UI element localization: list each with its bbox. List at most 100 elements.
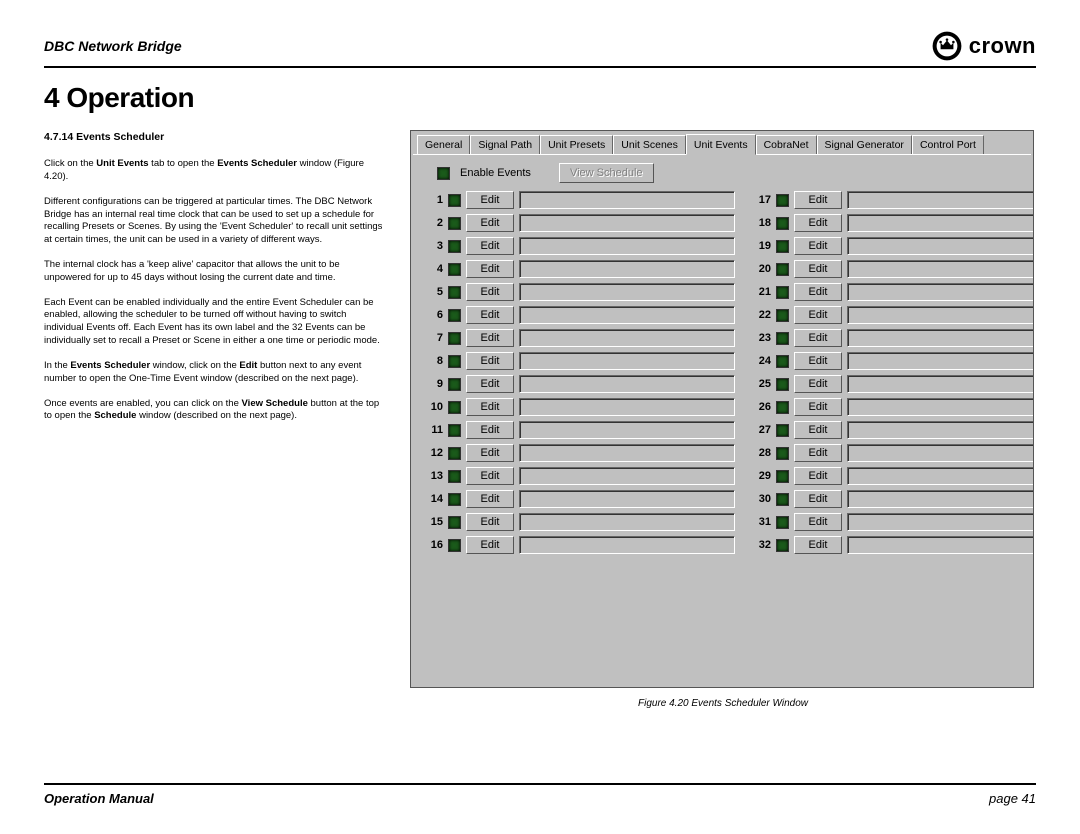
event-label-field[interactable] xyxy=(519,283,735,301)
event-enable-led[interactable] xyxy=(448,516,461,529)
event-edit-button[interactable]: Edit xyxy=(794,536,842,554)
event-label-field[interactable] xyxy=(847,329,1034,347)
event-edit-button[interactable]: Edit xyxy=(466,467,514,485)
event-enable-led[interactable] xyxy=(776,493,789,506)
event-edit-button[interactable]: Edit xyxy=(466,237,514,255)
tab-unit-scenes[interactable]: Unit Scenes xyxy=(613,135,686,155)
event-label-field[interactable] xyxy=(519,490,735,508)
event-enable-led[interactable] xyxy=(448,539,461,552)
event-enable-led[interactable] xyxy=(776,470,789,483)
event-edit-button[interactable]: Edit xyxy=(466,375,514,393)
event-label-field[interactable] xyxy=(519,513,735,531)
event-edit-button[interactable]: Edit xyxy=(794,306,842,324)
event-enable-led[interactable] xyxy=(776,332,789,345)
event-label-field[interactable] xyxy=(847,421,1034,439)
event-edit-button[interactable]: Edit xyxy=(794,398,842,416)
event-enable-led[interactable] xyxy=(776,378,789,391)
event-edit-button[interactable]: Edit xyxy=(466,398,514,416)
event-edit-button[interactable]: Edit xyxy=(794,237,842,255)
event-enable-led[interactable] xyxy=(776,447,789,460)
event-edit-button[interactable]: Edit xyxy=(794,513,842,531)
event-enable-led[interactable] xyxy=(776,355,789,368)
event-enable-led[interactable] xyxy=(448,401,461,414)
event-label-field[interactable] xyxy=(519,329,735,347)
event-edit-button[interactable]: Edit xyxy=(794,467,842,485)
event-label-field[interactable] xyxy=(847,283,1034,301)
event-label-field[interactable] xyxy=(847,352,1034,370)
event-label-field[interactable] xyxy=(847,536,1034,554)
tab-unit-events[interactable]: Unit Events xyxy=(686,134,756,155)
event-label-field[interactable] xyxy=(519,306,735,324)
event-edit-button[interactable]: Edit xyxy=(466,513,514,531)
event-enable-led[interactable] xyxy=(776,286,789,299)
event-label-field[interactable] xyxy=(519,260,735,278)
tab-unit-presets[interactable]: Unit Presets xyxy=(540,135,613,155)
event-label-field[interactable] xyxy=(519,352,735,370)
event-edit-button[interactable]: Edit xyxy=(466,214,514,232)
event-edit-button[interactable]: Edit xyxy=(794,329,842,347)
event-label-field[interactable] xyxy=(847,490,1034,508)
event-enable-led[interactable] xyxy=(776,309,789,322)
event-label-field[interactable] xyxy=(847,398,1034,416)
event-edit-button[interactable]: Edit xyxy=(466,421,514,439)
event-edit-button[interactable]: Edit xyxy=(466,444,514,462)
tab-general[interactable]: General xyxy=(417,135,470,155)
event-edit-button[interactable]: Edit xyxy=(466,283,514,301)
event-label-field[interactable] xyxy=(519,237,735,255)
event-enable-led[interactable] xyxy=(448,470,461,483)
event-edit-button[interactable]: Edit xyxy=(794,214,842,232)
event-edit-button[interactable]: Edit xyxy=(466,191,514,209)
view-schedule-button[interactable]: View Schedule xyxy=(559,163,654,183)
event-enable-led[interactable] xyxy=(776,539,789,552)
event-enable-led[interactable] xyxy=(448,263,461,276)
event-edit-button[interactable]: Edit xyxy=(466,306,514,324)
event-edit-button[interactable]: Edit xyxy=(466,352,514,370)
event-label-field[interactable] xyxy=(519,191,735,209)
event-edit-button[interactable]: Edit xyxy=(794,260,842,278)
event-enable-led[interactable] xyxy=(448,194,461,207)
event-edit-button[interactable]: Edit xyxy=(466,490,514,508)
event-edit-button[interactable]: Edit xyxy=(794,375,842,393)
event-edit-button[interactable]: Edit xyxy=(794,352,842,370)
event-label-field[interactable] xyxy=(519,214,735,232)
event-label-field[interactable] xyxy=(847,214,1034,232)
event-label-field[interactable] xyxy=(519,375,735,393)
event-enable-led[interactable] xyxy=(448,378,461,391)
tab-control-port[interactable]: Control Port xyxy=(912,135,984,155)
tab-signal-generator[interactable]: Signal Generator xyxy=(817,135,912,155)
event-label-field[interactable] xyxy=(519,398,735,416)
enable-events-led[interactable] xyxy=(437,167,450,180)
event-edit-button[interactable]: Edit xyxy=(466,536,514,554)
tab-signal-path[interactable]: Signal Path xyxy=(470,135,540,155)
event-enable-led[interactable] xyxy=(776,516,789,529)
event-enable-led[interactable] xyxy=(448,355,461,368)
event-edit-button[interactable]: Edit xyxy=(466,260,514,278)
event-label-field[interactable] xyxy=(847,237,1034,255)
event-label-field[interactable] xyxy=(847,513,1034,531)
event-enable-led[interactable] xyxy=(448,424,461,437)
event-label-field[interactable] xyxy=(519,421,735,439)
tab-cobranet[interactable]: CobraNet xyxy=(756,135,817,155)
event-enable-led[interactable] xyxy=(448,309,461,322)
event-label-field[interactable] xyxy=(519,467,735,485)
event-label-field[interactable] xyxy=(519,444,735,462)
event-enable-led[interactable] xyxy=(776,424,789,437)
event-label-field[interactable] xyxy=(847,375,1034,393)
event-edit-button[interactable]: Edit xyxy=(794,191,842,209)
event-enable-led[interactable] xyxy=(448,240,461,253)
event-edit-button[interactable]: Edit xyxy=(794,283,842,301)
event-enable-led[interactable] xyxy=(448,217,461,230)
event-enable-led[interactable] xyxy=(776,401,789,414)
event-enable-led[interactable] xyxy=(448,332,461,345)
event-label-field[interactable] xyxy=(847,306,1034,324)
event-enable-led[interactable] xyxy=(448,447,461,460)
event-label-field[interactable] xyxy=(847,467,1034,485)
event-enable-led[interactable] xyxy=(776,194,789,207)
event-label-field[interactable] xyxy=(847,191,1034,209)
event-label-field[interactable] xyxy=(847,444,1034,462)
event-edit-button[interactable]: Edit xyxy=(794,421,842,439)
event-label-field[interactable] xyxy=(847,260,1034,278)
event-edit-button[interactable]: Edit xyxy=(794,490,842,508)
event-enable-led[interactable] xyxy=(448,493,461,506)
event-label-field[interactable] xyxy=(519,536,735,554)
